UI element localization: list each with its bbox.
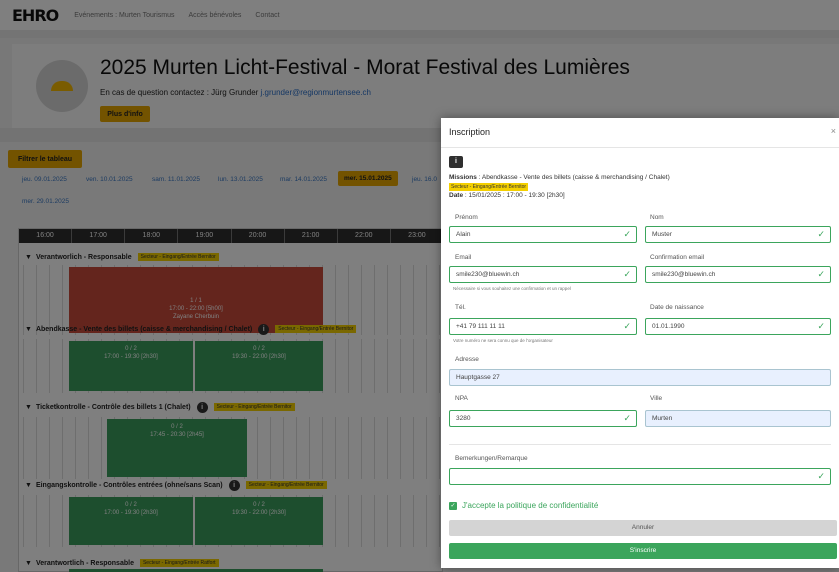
check-icon: ✓ xyxy=(817,321,825,331)
cancel-button[interactable]: Annuler xyxy=(449,520,837,536)
remark-label: Bemerkungen/Remarque xyxy=(455,455,528,462)
registration-modal: Inscription × i Missions : Abendkasse - … xyxy=(441,118,839,568)
sector-badge: Secteur - Eingang/Entrée Bernitor xyxy=(449,183,529,191)
check-icon: ✓ xyxy=(817,269,825,279)
birthdate-field[interactable]: 01.01.1990 ✓ xyxy=(645,318,831,335)
birthdate-value: 01.01.1990 xyxy=(652,323,685,330)
date-line: Date : 15/01/2025 : 17:00 - 19:30 [2h30] xyxy=(449,192,565,199)
email-confirm-field[interactable]: smile230@bluewin.ch ✓ xyxy=(645,266,831,283)
check-icon: ✓ xyxy=(623,413,631,423)
check-icon: ✓ xyxy=(817,229,825,239)
last-name-value: Muster xyxy=(652,231,672,238)
address-label: Adresse xyxy=(455,356,479,363)
info-icon: i xyxy=(449,156,463,168)
email-value: smile230@bluewin.ch xyxy=(456,271,520,278)
modal-title: Inscription xyxy=(449,127,491,137)
address-value: Hauptgasse 27 xyxy=(456,374,500,381)
form-divider xyxy=(449,444,831,445)
close-icon[interactable]: × xyxy=(831,126,836,136)
first-name-value: Alain xyxy=(456,231,471,238)
zip-label: NPA xyxy=(455,395,468,402)
city-value: Murten xyxy=(652,415,673,422)
check-icon: ✓ xyxy=(623,321,631,331)
email-confirm-label: Confirmation email xyxy=(650,254,705,261)
remark-field[interactable]: ✓ xyxy=(449,468,831,485)
city-field[interactable]: Murten xyxy=(645,410,831,427)
check-icon: ✓ xyxy=(623,269,631,279)
first-name-label: Prénom xyxy=(455,214,478,221)
city-label: Ville xyxy=(650,395,663,402)
checkbox-checked-icon[interactable]: ✓ xyxy=(449,501,457,510)
email-confirm-value: smile230@bluewin.ch xyxy=(652,271,716,278)
missions-line: Missions : Abendkasse - Vente des billet… xyxy=(449,174,670,181)
last-name-label: Nom xyxy=(650,214,664,221)
email-label: Email xyxy=(455,254,472,261)
submit-button[interactable]: S'inscrire xyxy=(449,543,837,559)
date-value: : 15/01/2025 : 17:00 - 19:30 [2h30] xyxy=(463,192,565,199)
email-hint: Nécessaire si vous souhaitez une confirm… xyxy=(453,286,571,291)
modal-header: Inscription × xyxy=(441,118,839,148)
check-icon: ✓ xyxy=(623,229,631,239)
phone-value: +41 79 111 11 11 xyxy=(456,323,505,330)
privacy-consent[interactable]: ✓ J'accepte la politique de confidential… xyxy=(449,501,598,510)
missions-label: Missions xyxy=(449,174,477,181)
date-label: Date xyxy=(449,192,464,199)
check-icon: ✓ xyxy=(817,471,825,481)
birthdate-label: Date de naissance xyxy=(650,304,704,311)
first-name-field[interactable]: Alain ✓ xyxy=(449,226,637,243)
privacy-label[interactable]: J'accepte la politique de confidentialit… xyxy=(462,501,598,510)
phone-label: Tél. xyxy=(455,304,466,311)
zip-value: 3280 xyxy=(456,415,471,422)
phone-hint: Votre numéro ne sera connu que de l'orga… xyxy=(453,338,553,343)
missions-value: : Abendkasse - Vente des billets (caisse… xyxy=(476,174,670,181)
last-name-field[interactable]: Muster ✓ xyxy=(645,226,831,243)
phone-field[interactable]: +41 79 111 11 11 ✓ xyxy=(449,318,637,335)
email-field[interactable]: smile230@bluewin.ch ✓ xyxy=(449,266,637,283)
address-field[interactable]: Hauptgasse 27 xyxy=(449,369,831,386)
zip-field[interactable]: 3280 ✓ xyxy=(449,410,637,427)
